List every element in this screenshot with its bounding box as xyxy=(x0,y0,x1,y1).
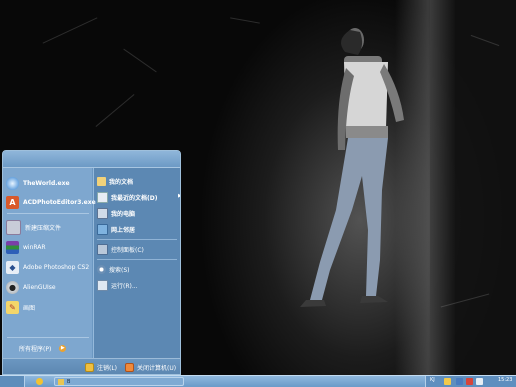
tray-volume-icon[interactable] xyxy=(476,378,483,385)
program-label: winRAR xyxy=(23,243,46,251)
start-button[interactable] xyxy=(0,376,25,387)
alien-icon: ● xyxy=(6,280,19,294)
program-label: TheWorld.exe xyxy=(23,179,70,187)
run-icon xyxy=(97,280,108,291)
place-label: 搜索(S) xyxy=(109,267,130,274)
start-menu-header xyxy=(3,151,180,168)
logoff-button[interactable]: 注销(L) xyxy=(85,360,117,374)
program-item-winrar[interactable]: winRAR xyxy=(6,238,46,256)
tray-security-icon[interactable] xyxy=(466,378,473,385)
archive-icon xyxy=(6,219,21,235)
logoff-icon xyxy=(85,362,94,372)
clock[interactable]: 15:23 xyxy=(498,377,512,383)
folder-icon xyxy=(58,379,64,385)
separator xyxy=(97,239,177,240)
place-label: 我的文档 xyxy=(109,179,134,186)
quicklaunch-browser-icon[interactable] xyxy=(36,378,43,385)
photoshop-icon: ◆ xyxy=(6,260,19,274)
all-programs-label: 所有程序(P) xyxy=(19,346,52,353)
system-tray: KJ 15:23 xyxy=(425,376,516,387)
tray-app-icon[interactable] xyxy=(444,378,451,385)
place-label: 我最近的文档(D) xyxy=(111,195,158,202)
taskbar-window-label: B xyxy=(67,379,71,385)
program-item-paint[interactable]: ✎ 画图 xyxy=(6,298,35,316)
all-programs-button[interactable]: 所有程序(P) ▶ xyxy=(19,344,67,353)
place-label: 网上邻居 xyxy=(111,227,136,234)
place-label: 我的电脑 xyxy=(111,211,136,218)
computer-icon xyxy=(97,208,108,219)
shutdown-label: 关闭计算机(U) xyxy=(137,364,177,372)
place-item-my-computer[interactable]: 我的电脑 xyxy=(97,207,135,220)
separator xyxy=(7,213,89,214)
separator xyxy=(97,259,177,260)
program-item-photoshop[interactable]: ◆ Adobe Photoshop CS2 xyxy=(6,258,89,276)
arrow-right-icon: ▶ xyxy=(59,345,67,352)
start-menu: TheWorld.exe A ACDPhotoEditor3.exe 新建压缩文… xyxy=(2,150,181,375)
program-item-new-archive[interactable]: 新建压缩文件 xyxy=(6,218,61,236)
program-label: 新建压缩文件 xyxy=(25,224,62,232)
place-item-run[interactable]: 运行(R)... xyxy=(97,279,138,292)
program-label: ACDPhotoEditor3.exe xyxy=(23,198,96,206)
acd-photo-editor-icon: A xyxy=(6,195,19,209)
program-label: Adobe Photoshop CS2 xyxy=(23,263,90,271)
winrar-icon xyxy=(6,240,19,254)
place-item-search[interactable]: 搜索(S) xyxy=(97,263,130,276)
shutdown-button[interactable]: 关闭计算机(U) xyxy=(125,360,176,374)
power-icon xyxy=(125,362,134,372)
place-item-my-documents[interactable]: 我的文档 xyxy=(97,175,133,188)
taskbar: B KJ 15:23 xyxy=(0,375,516,387)
separator xyxy=(7,337,89,338)
control-panel-icon xyxy=(97,244,108,255)
place-item-control-panel[interactable]: 控制面板(C) xyxy=(97,243,144,256)
taskbar-window-button[interactable]: B xyxy=(54,377,184,386)
program-item-alienguise[interactable]: ● AlienGUIse xyxy=(6,278,56,296)
program-item-acdphotoeditor[interactable]: A ACDPhotoEditor3.exe xyxy=(6,193,96,211)
submenu-arrow-icon: ▶ xyxy=(178,193,180,199)
place-label: 控制面板(C) xyxy=(111,247,144,254)
logoff-label: 注销(L) xyxy=(97,364,118,372)
world-browser-icon xyxy=(6,176,19,190)
tray-network-icon[interactable] xyxy=(456,378,463,385)
program-label: AlienGUIse xyxy=(23,283,56,291)
program-label: 画图 xyxy=(23,304,36,312)
search-icon xyxy=(97,265,106,274)
program-item-theworld[interactable]: TheWorld.exe xyxy=(6,174,70,192)
place-item-recent-documents[interactable]: 我最近的文档(D) xyxy=(97,191,157,204)
place-item-network[interactable]: 网上邻居 xyxy=(97,223,135,236)
ime-indicator[interactable]: KJ xyxy=(430,377,435,383)
network-icon xyxy=(97,224,108,235)
recent-documents-icon xyxy=(97,192,108,203)
place-label: 运行(R)... xyxy=(111,283,138,290)
documents-icon xyxy=(97,177,106,186)
paint-icon: ✎ xyxy=(6,300,19,314)
